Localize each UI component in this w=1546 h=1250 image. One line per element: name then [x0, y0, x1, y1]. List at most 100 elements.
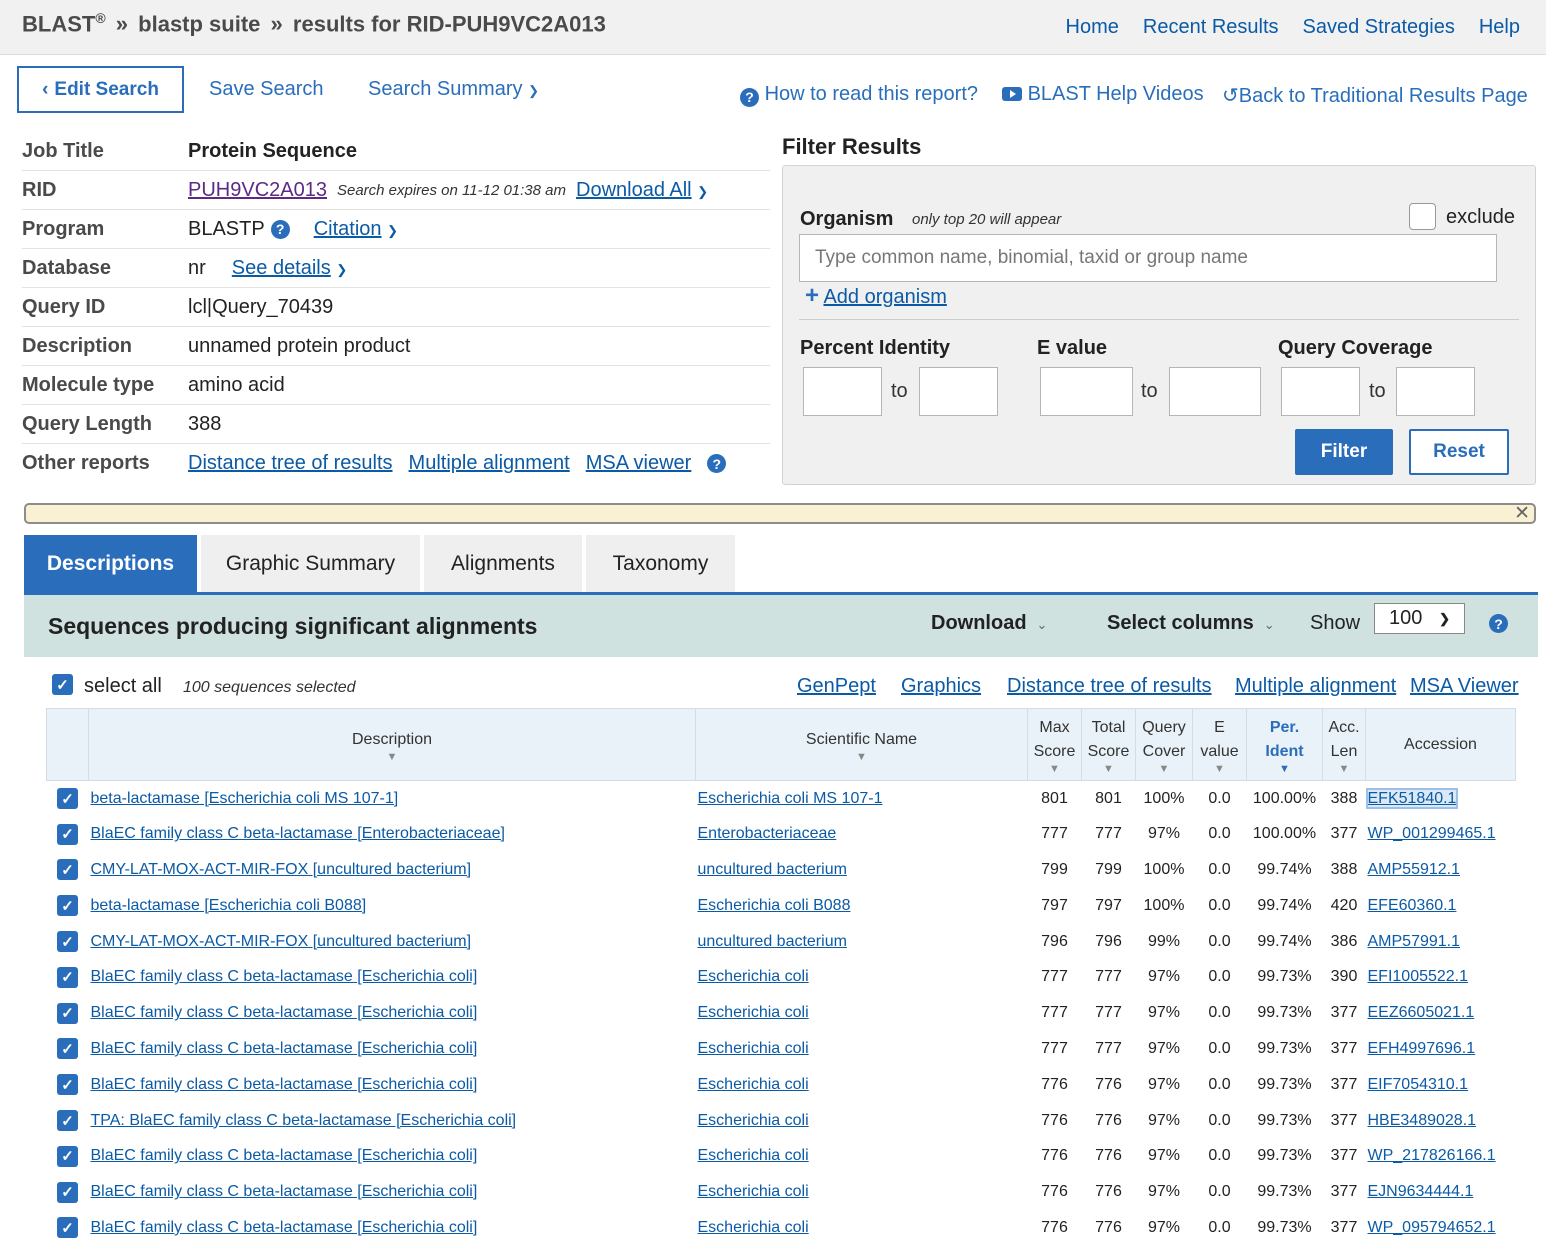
back-traditional-link[interactable]: ↺Back to Traditional Results Page: [1222, 83, 1528, 108]
header-scientific-name[interactable]: Scientific Name ▼: [695, 708, 1028, 781]
nav-home[interactable]: Home: [1066, 16, 1119, 39]
nav-saved-strategies[interactable]: Saved Strategies: [1303, 16, 1455, 39]
row-checkbox[interactable]: ✓: [57, 823, 78, 845]
exclude-checkbox[interactable]: [1409, 203, 1436, 230]
nav-recent-results[interactable]: Recent Results: [1143, 16, 1279, 39]
accession-link[interactable]: EFH4997696.1: [1368, 1040, 1476, 1057]
graphics-link[interactable]: Graphics: [901, 675, 981, 698]
accession-link[interactable]: EIF7054310.1: [1368, 1076, 1469, 1093]
citation-dropdown[interactable]: Citation ❯: [314, 218, 398, 241]
accession-link[interactable]: EFK51840.1: [1365, 787, 1459, 809]
accession-link[interactable]: AMP55912.1: [1368, 861, 1461, 878]
description-link[interactable]: BlaEC family class C beta-lactamase [Ent…: [91, 825, 505, 842]
row-checkbox[interactable]: ✓: [57, 1002, 78, 1024]
accession-link[interactable]: EJN9634444.1: [1368, 1183, 1474, 1200]
percent-identity-to-input[interactable]: [919, 367, 998, 416]
e-value-from-input[interactable]: [1040, 367, 1133, 416]
scientific-name-link[interactable]: Escherichia coli: [698, 1112, 809, 1129]
scientific-name-link[interactable]: Escherichia coli: [698, 968, 809, 985]
scientific-name-link[interactable]: Escherichia coli: [698, 1147, 809, 1164]
scientific-name-link[interactable]: Escherichia coli: [698, 1040, 809, 1057]
tab-descriptions[interactable]: Descriptions: [24, 535, 197, 593]
distance-tree-link[interactable]: Distance tree of results: [188, 452, 393, 475]
description-link[interactable]: BlaEC family class C beta-lactamase [Esc…: [91, 1040, 478, 1057]
e-value-to-input[interactable]: [1169, 367, 1261, 416]
header-description[interactable]: Description ▼: [88, 708, 696, 781]
header-acc-len[interactable]: Acc. Len ▼: [1322, 708, 1366, 781]
show-count-select[interactable]: 100 ❯: [1374, 603, 1465, 634]
accession-link[interactable]: AMP57991.1: [1368, 933, 1461, 950]
row-checkbox[interactable]: ✓: [57, 1074, 78, 1096]
row-checkbox[interactable]: ✓: [57, 1038, 78, 1060]
description-link[interactable]: BlaEC family class C beta-lactamase [Esc…: [91, 1004, 478, 1021]
nav-help[interactable]: Help: [1479, 16, 1520, 39]
accession-link[interactable]: EFE60360.1: [1368, 897, 1457, 914]
header-e-value[interactable]: Evalue ▼: [1192, 708, 1247, 781]
distance-tree-results-link[interactable]: Distance tree of results: [1007, 675, 1212, 698]
description-link[interactable]: BlaEC family class C beta-lactamase [Esc…: [91, 1183, 478, 1200]
scientific-name-link[interactable]: Escherichia coli: [698, 1219, 809, 1236]
scientific-name-link[interactable]: uncultured bacterium: [698, 933, 847, 950]
blast-home-link[interactable]: BLAST: [22, 11, 95, 36]
scientific-name-link[interactable]: Escherichia coli B088: [698, 897, 851, 914]
description-link[interactable]: beta-lactamase [Escherichia coli B088]: [91, 897, 367, 914]
how-to-read-link[interactable]: ? How to read this report?: [740, 83, 978, 107]
row-checkbox[interactable]: ✓: [57, 859, 78, 881]
header-accession[interactable]: Accession: [1365, 708, 1516, 781]
query-coverage-from-input[interactable]: [1281, 367, 1360, 416]
description-link[interactable]: CMY-LAT-MOX-ACT-MIR-FOX [uncultured bact…: [91, 861, 472, 878]
msa-viewer-link[interactable]: MSA viewer: [586, 452, 692, 475]
search-summary-dropdown[interactable]: Search Summary ❯: [368, 78, 539, 101]
save-search-link[interactable]: Save Search: [209, 78, 324, 101]
question-circle-icon[interactable]: ?: [707, 454, 727, 473]
question-circle-icon[interactable]: ?: [270, 219, 290, 239]
accession-link[interactable]: WP_217826166.1: [1368, 1147, 1496, 1164]
header-total-score[interactable]: Total Score ▼: [1081, 708, 1136, 781]
description-link[interactable]: BlaEC family class C beta-lactamase [Esc…: [91, 1219, 478, 1236]
see-details-dropdown[interactable]: See details ❯: [232, 257, 347, 280]
scientific-name-link[interactable]: Escherichia coli MS 107-1: [698, 790, 883, 807]
accession-link[interactable]: HBE3489028.1: [1368, 1112, 1477, 1129]
header-per-ident[interactable]: Per. Ident ▼: [1246, 708, 1323, 781]
percent-identity-from-input[interactable]: [803, 367, 882, 416]
tab-taxonomy[interactable]: Taxonomy: [586, 535, 735, 593]
description-link[interactable]: BlaEC family class C beta-lactamase [Esc…: [91, 968, 478, 985]
close-icon[interactable]: ✕: [1514, 502, 1530, 525]
msa-viewer-results-link[interactable]: MSA Viewer: [1410, 675, 1519, 698]
accession-link[interactable]: WP_095794652.1: [1368, 1219, 1496, 1236]
scientific-name-link[interactable]: Enterobacteriaceae: [698, 825, 837, 842]
multiple-alignment-link[interactable]: Multiple alignment: [409, 452, 570, 475]
description-link[interactable]: BlaEC family class C beta-lactamase [Esc…: [91, 1147, 478, 1164]
edit-search-button[interactable]: ‹ Edit Search: [17, 66, 184, 113]
genpept-link[interactable]: GenPept: [797, 675, 876, 698]
tab-graphic-summary[interactable]: Graphic Summary: [201, 535, 420, 593]
select-columns-dropdown[interactable]: Select columns ⌄: [1107, 612, 1275, 635]
accession-link[interactable]: EFI1005522.1: [1368, 968, 1469, 985]
row-checkbox[interactable]: ✓: [57, 966, 78, 988]
row-checkbox[interactable]: ✓: [57, 895, 78, 917]
add-organism-link[interactable]: + Add organism: [805, 282, 947, 310]
description-link[interactable]: CMY-LAT-MOX-ACT-MIR-FOX [uncultured bact…: [91, 933, 472, 950]
accession-link[interactable]: WP_001299465.1: [1368, 825, 1496, 842]
description-link[interactable]: BlaEC family class C beta-lactamase [Esc…: [91, 1076, 478, 1093]
filter-button[interactable]: Filter: [1295, 429, 1393, 475]
scientific-name-link[interactable]: Escherichia coli: [698, 1076, 809, 1093]
multiple-alignment-results-link[interactable]: Multiple alignment: [1235, 675, 1396, 698]
scientific-name-link[interactable]: Escherichia coli: [698, 1183, 809, 1200]
description-link[interactable]: beta-lactamase [Escherichia coli MS 107-…: [91, 790, 399, 807]
header-query-cover[interactable]: Query Cover ▼: [1135, 708, 1193, 781]
scientific-name-link[interactable]: Escherichia coli: [698, 1004, 809, 1021]
row-checkbox[interactable]: ✓: [57, 1217, 78, 1239]
row-checkbox[interactable]: ✓: [57, 1145, 78, 1167]
breadcrumb-suite[interactable]: blastp suite: [138, 11, 260, 36]
description-link[interactable]: TPA: BlaEC family class C beta-lactamase…: [91, 1112, 517, 1129]
question-circle-icon[interactable]: ?: [1489, 614, 1508, 633]
query-coverage-to-input[interactable]: [1396, 367, 1475, 416]
help-videos-link[interactable]: BLAST Help Videos: [1002, 83, 1204, 106]
tab-alignments[interactable]: Alignments: [424, 535, 582, 593]
download-all-dropdown[interactable]: Download All ❯: [576, 179, 708, 202]
organism-input[interactable]: Type common name, binomial, taxid or gro…: [799, 234, 1497, 282]
header-max-score[interactable]: Max Score ▼: [1027, 708, 1082, 781]
scientific-name-link[interactable]: uncultured bacterium: [698, 861, 847, 878]
row-checkbox[interactable]: ✓: [57, 1110, 78, 1132]
